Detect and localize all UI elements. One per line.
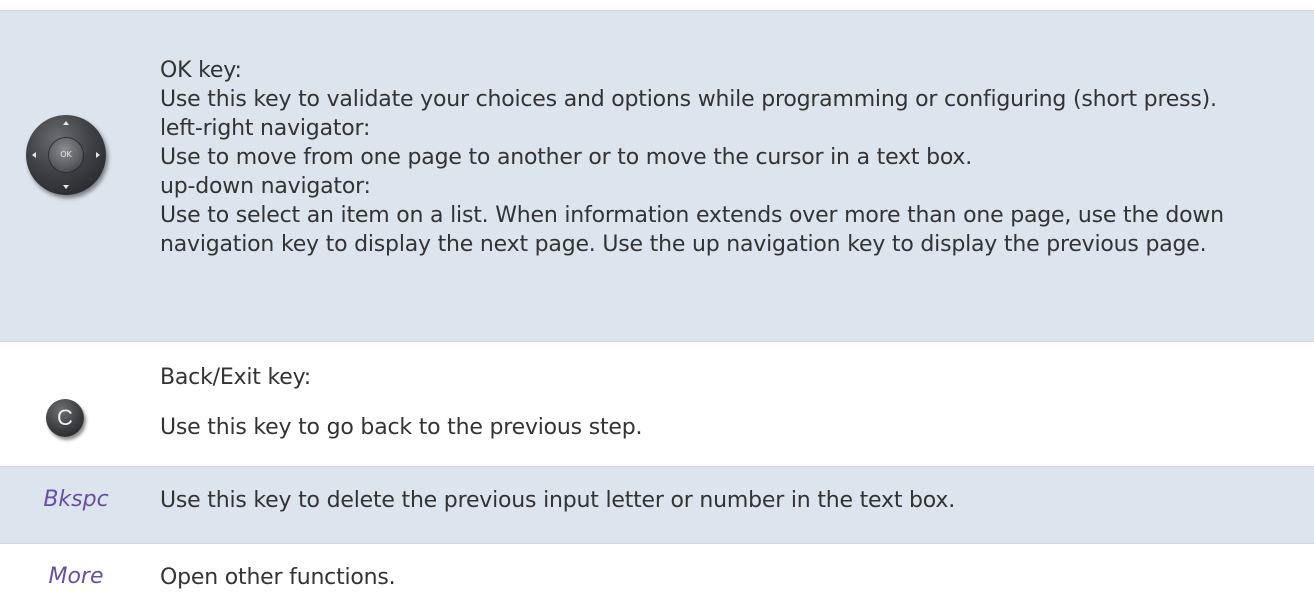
left-right-navigator-title: left-right navigator: (160, 116, 371, 141)
right-arrow-icon (96, 152, 100, 158)
back-exit-title: Back/Exit key: (160, 365, 311, 390)
up-down-navigator-description-line-2: navigation key to display the next page.… (160, 232, 1207, 257)
bkspc-term: Bkspc (43, 487, 109, 512)
table-top-spacer (0, 0, 1314, 10)
left-right-navigator-description: Use to move from one page to another or … (160, 145, 973, 170)
up-down-navigator-description-line-1: Use to select an item on a list. When in… (160, 203, 1224, 228)
ok-key-description: Use this key to validate your choices an… (160, 87, 1217, 112)
back-exit-text: Use this key to go back to the previous … (160, 415, 643, 440)
bkspc-description: Use this key to delete the previous inpu… (160, 488, 955, 513)
left-arrow-icon (32, 152, 36, 158)
table-row-more: More Open other functions. (0, 543, 1314, 614)
down-arrow-icon (63, 185, 69, 189)
icon-cell: C (0, 342, 152, 466)
icon-cell: OK (0, 11, 152, 341)
back-exit-key-icon: C (46, 399, 84, 437)
key-description-table: OK OK key: Use this key to validate your… (0, 0, 1314, 614)
up-down-navigator-title: up-down navigator: (160, 174, 371, 199)
table-row-back-exit: C Back/Exit key: Use this key to go back… (0, 341, 1314, 466)
more-term: More (48, 564, 104, 589)
ok-navigator-description: OK key: Use this key to validate your ch… (160, 56, 1294, 259)
ok-navigation-key-icon: OK (26, 115, 106, 195)
table-row-ok-navigator: OK OK key: Use this key to validate your… (0, 10, 1314, 341)
more-description: Open other functions. (160, 565, 396, 590)
table-row-bkspc: Bkspc Use this key to delete the previou… (0, 466, 1314, 543)
ok-key-label: OK (49, 138, 83, 172)
ok-key-title: OK key: (160, 58, 242, 83)
up-arrow-icon (63, 121, 69, 125)
back-exit-description: Back/Exit key: Use this key to go back t… (160, 362, 1294, 444)
